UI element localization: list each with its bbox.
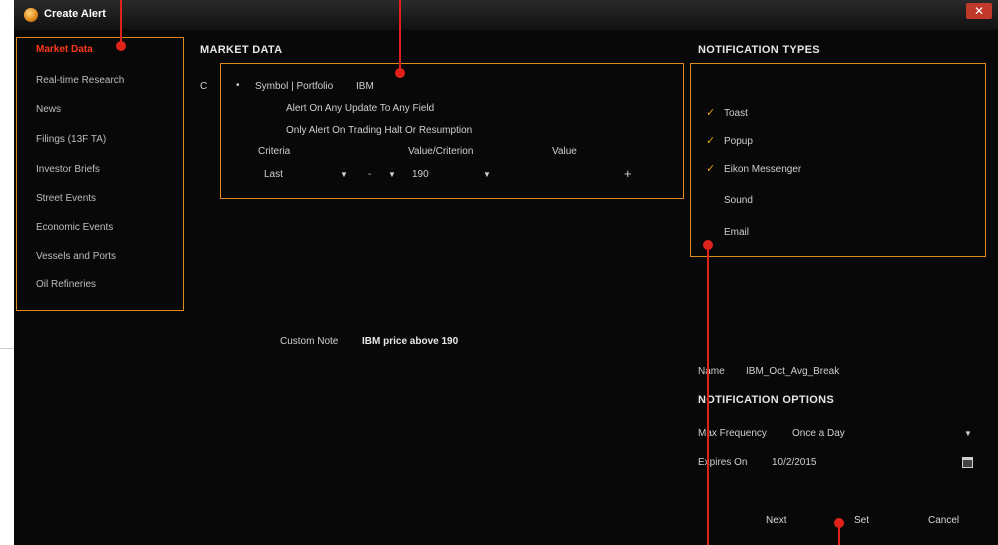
sidebar-item-vessels-and-ports[interactable]: Vessels and Ports (36, 251, 116, 262)
symbol-input[interactable]: IBM (356, 81, 374, 92)
notification-type-popup[interactable]: Popup (724, 136, 753, 147)
toast-check-icon[interactable]: ✓ (706, 106, 715, 119)
sidebar-item-street-events[interactable]: Street Events (36, 193, 96, 204)
window-title: Create Alert (44, 8, 106, 20)
sidebar-item-news[interactable]: News (36, 104, 61, 115)
notification-options-title: NOTIFICATION OPTIONS (698, 394, 834, 406)
messenger-check-icon[interactable]: ✓ (706, 162, 715, 175)
sidebar-item-real-time-research[interactable]: Real-time Research (36, 75, 124, 86)
notification-type-messenger[interactable]: Eikon Messenger (724, 164, 801, 175)
notification-type-email[interactable]: Email (724, 227, 749, 238)
set-button[interactable]: Set (854, 515, 869, 526)
callout-marker-notification-types (703, 240, 713, 250)
operator-dropdown-icon[interactable]: ▼ (388, 170, 396, 179)
criteria-select[interactable]: Last (264, 169, 283, 180)
title-bar: Create Alert ✕ (14, 0, 998, 30)
next-button[interactable]: Next (766, 515, 787, 526)
custom-note-input[interactable]: IBM price above 190 (362, 336, 458, 347)
callout-line-sidebar (120, 0, 122, 44)
option-trading-halt[interactable]: Only Alert On Trading Halt Or Resumption (286, 125, 472, 136)
custom-note-label: Custom Note (280, 336, 339, 347)
operator-select[interactable]: - (368, 169, 371, 180)
popup-check-icon[interactable]: ✓ (706, 134, 715, 147)
calendar-icon[interactable] (962, 457, 973, 468)
callout-line-market-data (399, 0, 401, 72)
expires-on-label: Expires On (698, 457, 748, 468)
name-label: Name (698, 366, 725, 377)
add-criterion-button[interactable]: + (624, 166, 632, 181)
cancel-button[interactable]: Cancel (928, 515, 959, 526)
criteria-dropdown-icon[interactable]: ▼ (340, 170, 348, 179)
page-edge-tick (0, 348, 14, 349)
close-button[interactable]: ✕ (966, 3, 992, 19)
option-any-update[interactable]: Alert On Any Update To Any Field (286, 103, 434, 114)
sidebar-item-market-data[interactable]: Market Data (36, 44, 93, 55)
notification-types-title: NOTIFICATION TYPES (698, 44, 820, 56)
app-logo-icon (24, 8, 38, 22)
symbol-portfolio-label: Symbol | Portfolio (255, 81, 334, 92)
market-data-title: MARKET DATA (200, 44, 283, 56)
value-header: Value (552, 146, 577, 157)
criterion-input[interactable]: 190 (412, 169, 429, 180)
max-frequency-dropdown-icon[interactable]: ▼ (964, 429, 972, 438)
notification-type-toast[interactable]: Toast (724, 108, 748, 119)
callout-marker-market-data (395, 68, 405, 78)
sidebar-item-filings[interactable]: Filings (13F TA) (36, 134, 106, 145)
name-input[interactable]: IBM_Oct_Avg_Break (746, 366, 839, 377)
max-frequency-select[interactable]: Once a Day (792, 428, 845, 439)
create-alert-window: Create Alert ✕ Market Data Real-time Res… (14, 0, 998, 545)
notification-type-sound[interactable]: Sound (724, 195, 753, 206)
partial-radio-label[interactable]: C (200, 81, 207, 92)
expires-on-input[interactable]: 10/2/2015 (772, 457, 817, 468)
criterion-dropdown-icon[interactable]: ▼ (483, 170, 491, 179)
sidebar-item-investor-briefs[interactable]: Investor Briefs (36, 164, 100, 175)
criteria-header: Criteria (258, 146, 291, 157)
value-criterion-header: Value/Criterion (408, 146, 474, 157)
sidebar-item-economic-events[interactable]: Economic Events (36, 222, 113, 233)
symbol-radio-button[interactable]: • (236, 80, 240, 91)
sidebar-item-oil-refineries[interactable]: Oil Refineries (36, 279, 96, 290)
callout-line-notification-types (707, 245, 709, 545)
callout-marker-sidebar (116, 41, 126, 51)
callout-marker-set (834, 518, 844, 528)
